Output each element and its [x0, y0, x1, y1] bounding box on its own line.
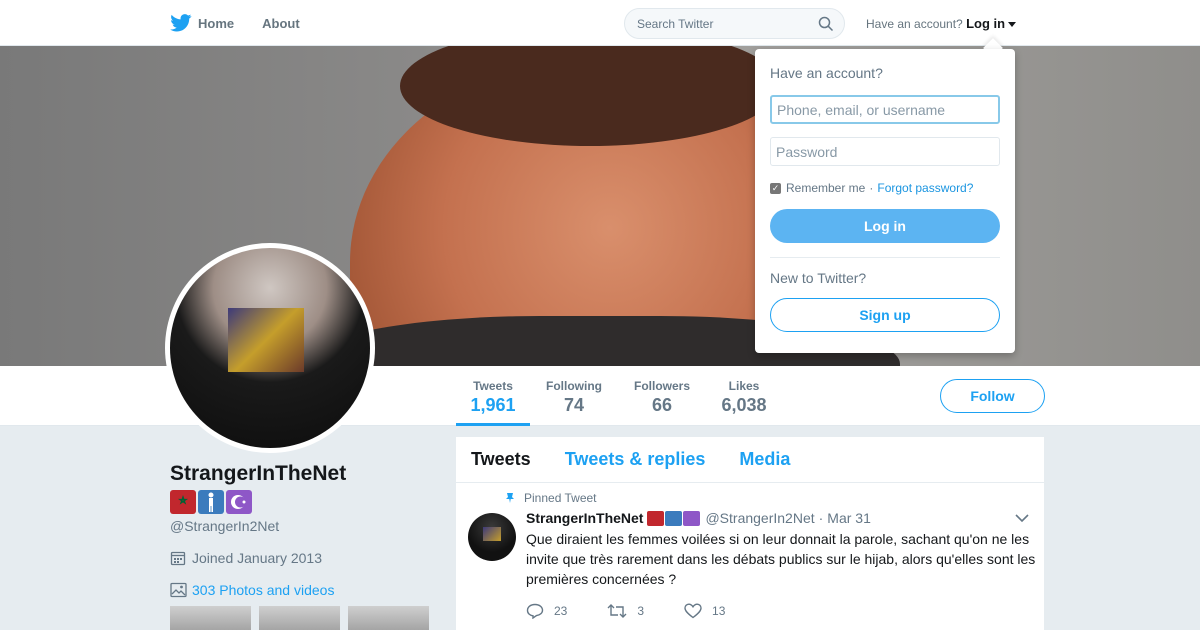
joined-date: Joined January 2013 [170, 550, 440, 566]
image-icon [170, 582, 187, 598]
tweet-header: StrangerInTheNet @StrangerIn2Net · Mar 3… [526, 510, 1029, 526]
retweet-count: 3 [637, 604, 645, 618]
tweet-date[interactable]: Mar 31 [827, 510, 871, 526]
nav-home[interactable]: Home [170, 14, 234, 32]
media-thumbnail[interactable] [259, 606, 340, 630]
tweet-text: Que diraient les femmes voilées si on le… [526, 531, 1036, 587]
stat-followers[interactable]: Followers 66 [628, 379, 696, 416]
profile-sidebar: StrangerInTheNet @StrangerIn2Net Joined … [170, 462, 440, 630]
stat-label: Followers [633, 379, 690, 393]
login-dropdown: Have an account? ✓ Remember me · Forgot … [755, 49, 1015, 353]
chevron-down-icon[interactable] [1015, 513, 1029, 523]
media-thumbnail[interactable] [170, 606, 251, 630]
remember-me-checkbox[interactable]: ✓ [770, 182, 781, 194]
nav-about-label: About [262, 15, 300, 31]
nav-home-label: Home [198, 15, 235, 31]
name-emojis [170, 490, 440, 514]
timeline-tabs: Tweets Tweets & replies Media [456, 437, 1044, 483]
twitter-bird-icon [170, 14, 192, 32]
search-placeholder: Search Twitter [637, 16, 714, 31]
stat-likes[interactable]: Likes 6,038 [716, 379, 772, 416]
top-navigation-bar: Home About Search Twitter Have an accoun… [0, 0, 1200, 46]
dropdown-title: Have an account? [770, 65, 883, 81]
profile-handle[interactable]: @StrangerIn2Net [170, 518, 440, 534]
nav-about[interactable]: About [262, 16, 300, 31]
remember-separator: · [869, 181, 874, 195]
star-crescent-emoji [226, 490, 252, 514]
timeline: Tweets Tweets & replies Media Pinned Twe… [456, 437, 1044, 630]
username-input[interactable] [770, 95, 1000, 124]
like-count: 13 [712, 604, 726, 618]
star-crescent-emoji [683, 510, 701, 526]
morocco-flag-emoji [170, 490, 196, 514]
tweet-author-handle[interactable]: @StrangerIn2Net [705, 510, 814, 526]
stat-value: 1,961 [470, 395, 516, 415]
profile-avatar[interactable] [165, 243, 375, 453]
tab-tweets-replies[interactable]: Tweets & replies [565, 449, 706, 470]
like-action[interactable]: 13 [684, 603, 725, 619]
tweet-actions: 23 3 13 [526, 603, 1029, 619]
nav-left: Home About [170, 0, 328, 46]
photos-videos-link[interactable]: 303 Photos and videos [170, 582, 440, 598]
search-icon[interactable] [818, 16, 834, 32]
photos-link-text[interactable]: 303 Photos and videos [192, 582, 334, 598]
dropdown-divider [770, 257, 1000, 258]
retweet-icon [607, 604, 627, 618]
stat-tweets[interactable]: Tweets 1,961 [456, 379, 530, 416]
person-standing-emoji [665, 510, 683, 526]
stat-value: 6,038 [721, 395, 767, 415]
shirt-logo [228, 308, 304, 372]
stat-label: Following [546, 379, 602, 393]
pin-icon [506, 493, 514, 503]
stat-value: 74 [563, 395, 585, 415]
forgot-password-link[interactable]: Forgot password? [877, 181, 973, 195]
stat-value: 66 [651, 395, 673, 415]
remember-me-label[interactable]: Remember me [786, 181, 865, 195]
caret-down-icon [1008, 22, 1017, 27]
calendar-icon [170, 551, 186, 566]
stat-label: Tweets [473, 379, 513, 393]
reply-action[interactable]: 23 [526, 603, 567, 619]
reply-count: 23 [554, 604, 568, 618]
search-input[interactable]: Search Twitter [624, 8, 845, 39]
login-menu-label[interactable]: Log in [966, 16, 1005, 31]
media-thumbnails [170, 606, 440, 630]
morocco-flag-emoji [647, 510, 665, 526]
account-menu[interactable]: Have an account? Log in [866, 16, 1017, 31]
heart-icon [684, 603, 702, 619]
stat-following[interactable]: Following 74 [540, 379, 608, 416]
signup-button[interactable]: Sign up [770, 298, 1000, 332]
tweet-avatar[interactable] [468, 513, 516, 561]
pinned-tweet[interactable]: Pinned Tweet StrangerInTheNet @StrangerI… [456, 483, 1044, 619]
tweet-author-name[interactable]: StrangerInTheNet [526, 510, 643, 526]
tweet-avatar-logo [483, 527, 501, 541]
tab-tweets[interactable]: Tweets [471, 449, 531, 470]
stat-label: Likes [728, 379, 760, 393]
have-account-text: Have an account? [866, 17, 963, 31]
remember-row: ✓ Remember me · Forgot password? [770, 181, 1000, 195]
login-button[interactable]: Log in [770, 209, 1000, 243]
pinned-label: Pinned Tweet [524, 491, 597, 505]
joined-text: Joined January 2013 [192, 550, 322, 566]
pinned-indicator: Pinned Tweet [504, 491, 1029, 505]
reply-icon [526, 603, 544, 619]
retweet-action[interactable]: 3 [607, 603, 644, 619]
profile-name[interactable]: StrangerInTheNet [170, 462, 440, 486]
password-input[interactable] [770, 137, 1000, 166]
new-to-twitter-label: New to Twitter? [770, 270, 867, 286]
media-thumbnail[interactable] [348, 606, 429, 630]
active-stat-underline [456, 423, 530, 426]
person-standing-emoji [198, 490, 224, 514]
tweet-separator: · [818, 510, 824, 526]
follow-button[interactable]: Follow [940, 379, 1045, 413]
tab-media[interactable]: Media [739, 449, 790, 470]
avatar-image [170, 248, 370, 448]
